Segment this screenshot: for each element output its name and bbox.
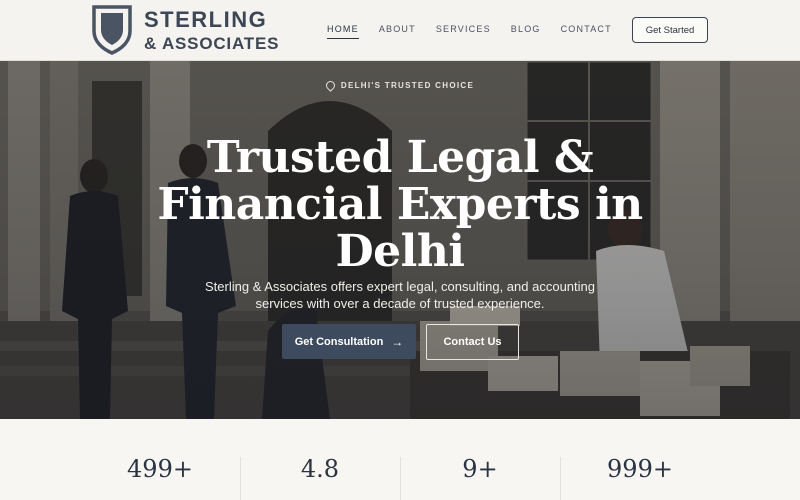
map-pin-icon xyxy=(324,79,337,93)
stats-section: 499+ 4.8 9+ 999+ xyxy=(0,419,800,500)
nav-contact[interactable]: CONTACT xyxy=(561,24,612,39)
stat-value: 4.8 xyxy=(300,455,340,483)
hero-eyebrow-text: DELHI'S TRUSTED CHOICE xyxy=(340,81,475,90)
nav-about[interactable]: ABOUT xyxy=(379,24,416,39)
nav-blog[interactable]: BLOG xyxy=(511,24,541,39)
logo[interactable]: STERLING & ASSOCIATES xyxy=(92,5,279,55)
nav-home[interactable]: HOME xyxy=(327,24,359,39)
hero-subtitle: Sterling & Associates offers expert lega… xyxy=(205,279,595,311)
stat-value: 9+ xyxy=(462,455,498,483)
shield-icon xyxy=(92,5,132,55)
get-started-button[interactable]: Get Started xyxy=(632,17,708,43)
stat-value: 499+ xyxy=(127,455,193,483)
main-nav: HOME ABOUT SERVICES BLOG CONTACT xyxy=(327,24,632,39)
arrow-right-icon: → xyxy=(391,334,404,349)
nav-services[interactable]: SERVICES xyxy=(436,24,491,39)
brand-subname: & ASSOCIATES xyxy=(144,33,280,53)
site-header: STERLING & ASSOCIATES HOME ABOUT SERVICE… xyxy=(0,0,800,61)
hero-section: DELHI'S TRUSTED CHOICE Trusted Legal & F… xyxy=(0,61,800,419)
get-consultation-button[interactable]: Get Consultation → xyxy=(282,324,416,359)
contact-us-button[interactable]: Contact Us xyxy=(426,324,519,360)
hero-eyebrow: DELHI'S TRUSTED CHOICE xyxy=(0,79,800,93)
stat-value: 999+ xyxy=(607,455,673,483)
hero-title: Trusted Legal & Financial Experts in Del… xyxy=(157,132,643,278)
brand-name: STERLING xyxy=(144,6,268,32)
get-consultation-label: Get Consultation xyxy=(294,335,384,348)
